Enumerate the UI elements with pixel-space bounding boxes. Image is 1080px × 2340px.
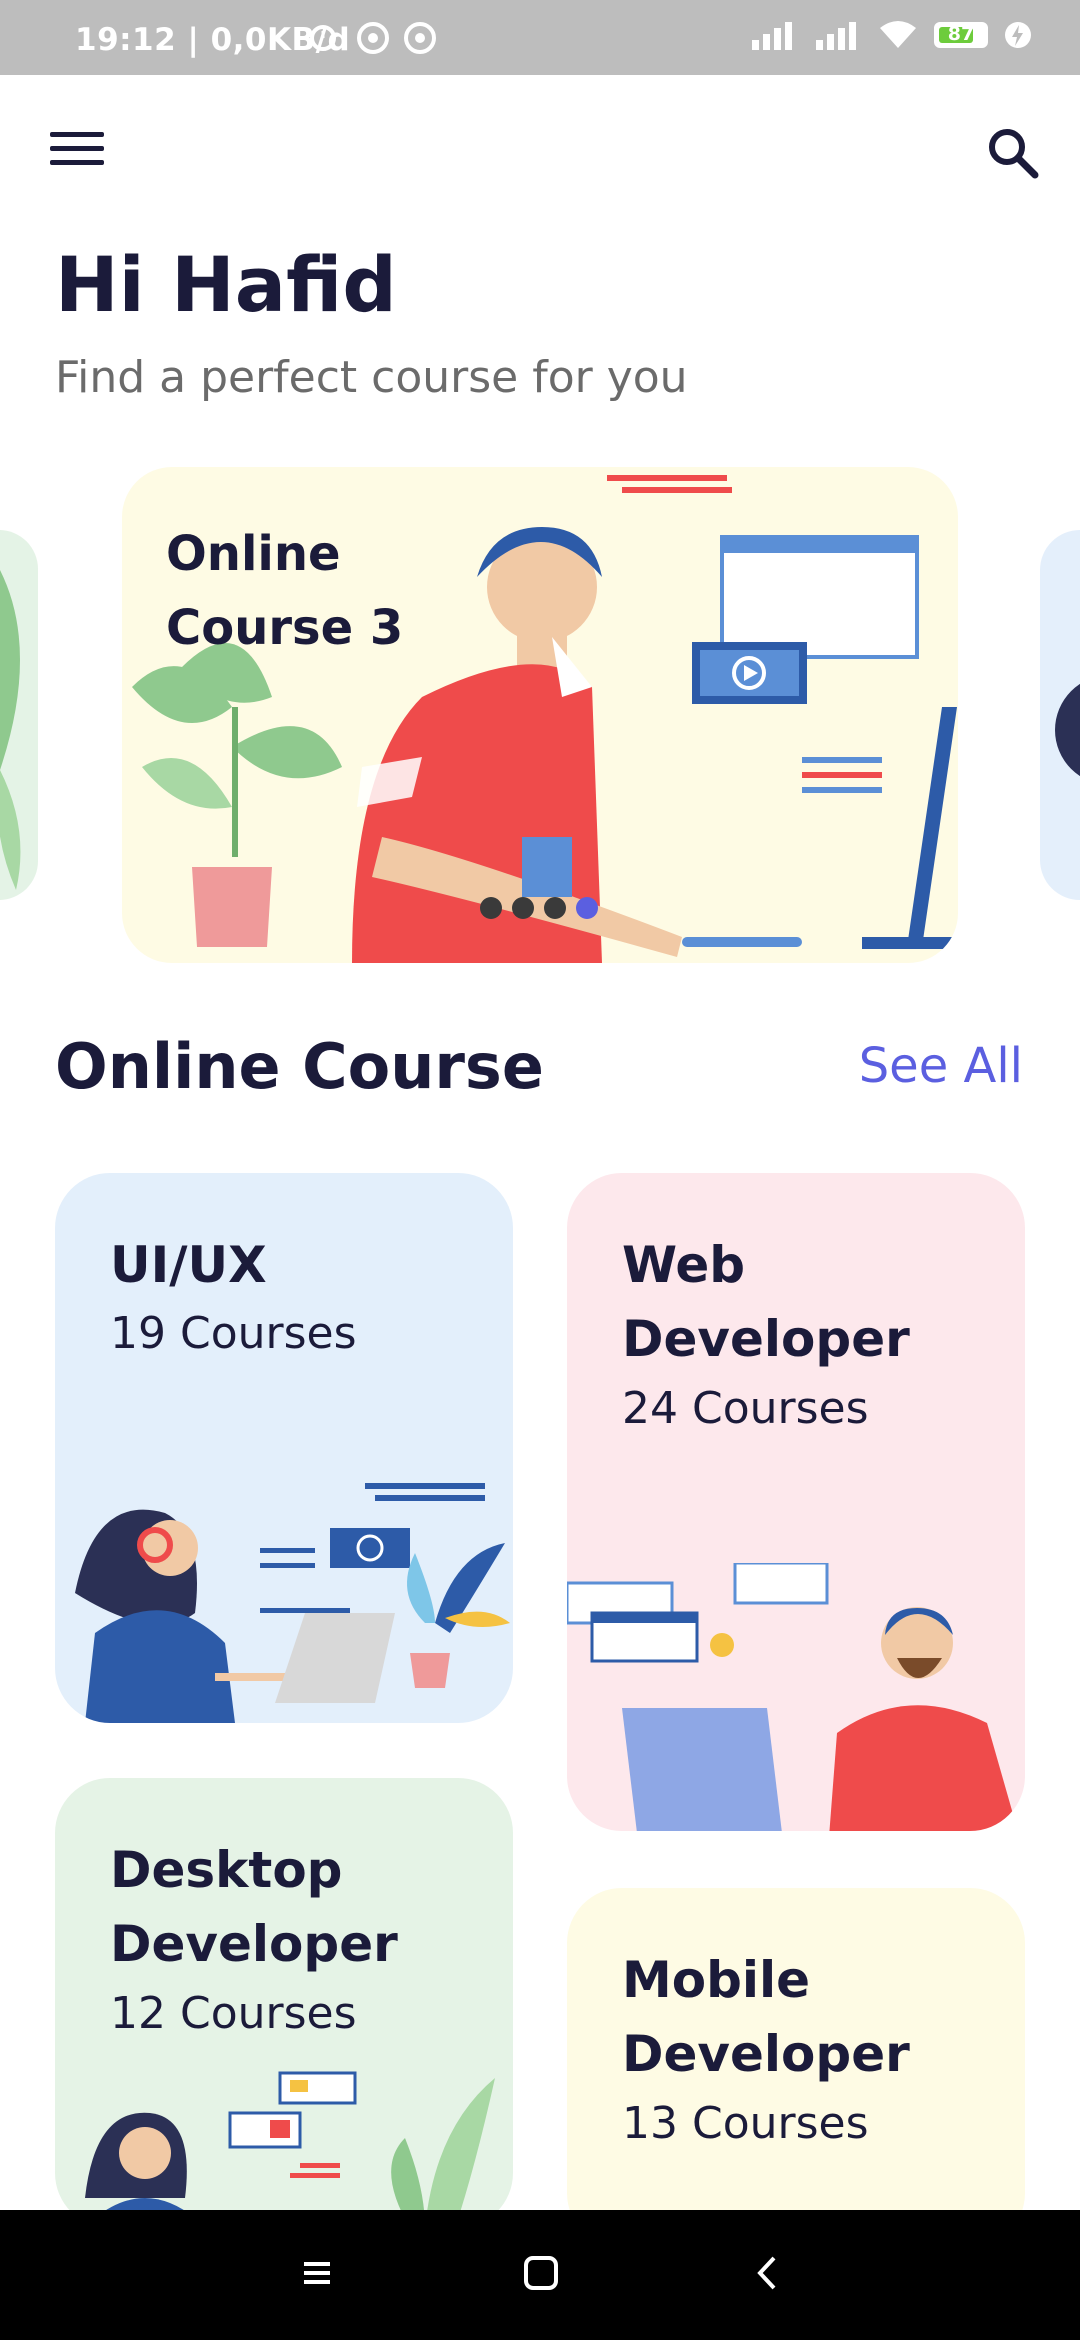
section-title: Online Course bbox=[55, 1030, 544, 1103]
charging-icon bbox=[1005, 22, 1031, 48]
wifi-icon bbox=[880, 21, 916, 48]
status-bar: 19:12 | 0,0KB/d 87 bbox=[0, 0, 1080, 75]
carousel-dot-1[interactable] bbox=[480, 897, 502, 919]
course-title: Web Developer bbox=[622, 1236, 910, 1368]
back-icon[interactable] bbox=[744, 2248, 794, 2298]
desktop-developer-illustration bbox=[85, 2071, 495, 2228]
person-illustration bbox=[1055, 683, 1080, 777]
plant-illustration bbox=[0, 570, 21, 890]
course-card-desktop-developer[interactable]: Desktop Developer 12 Courses bbox=[55, 1778, 513, 2228]
uiux-illustration bbox=[75, 1483, 510, 1723]
course-count: 19 Courses bbox=[110, 1308, 357, 1359]
course-card-uiux[interactable]: UI/UX 19 Courses bbox=[55, 1173, 513, 1723]
course-count: 13 Courses bbox=[622, 2098, 869, 2149]
menu-button[interactable] bbox=[50, 132, 104, 172]
search-icon[interactable] bbox=[985, 125, 1041, 181]
course-title: UI/UX bbox=[110, 1236, 267, 1294]
signal-icon-2 bbox=[816, 22, 856, 50]
home-icon[interactable] bbox=[516, 2248, 566, 2298]
course-count: 12 Courses bbox=[110, 1988, 357, 2039]
system-navigation-bar bbox=[0, 2210, 1080, 2340]
carousel-indicator[interactable] bbox=[480, 897, 598, 919]
carousel-title: Online Course 3 bbox=[166, 526, 404, 656]
recent-apps-icon[interactable] bbox=[292, 2248, 342, 2298]
carousel-banner[interactable]: Online Course 3 bbox=[122, 467, 958, 963]
course-count: 24 Courses bbox=[622, 1383, 869, 1434]
carousel-dot-3[interactable] bbox=[544, 897, 566, 919]
hamburger-icon bbox=[50, 132, 104, 137]
greeting-subtitle: Find a perfect course for you bbox=[55, 352, 688, 403]
signal-icon bbox=[752, 22, 792, 50]
carousel-next-card[interactable] bbox=[1040, 530, 1080, 900]
course-title: Mobile Developer bbox=[622, 1951, 910, 2083]
see-all-link[interactable]: See All bbox=[859, 1038, 1023, 1094]
course-card-web-developer[interactable]: Web Developer 24 Courses bbox=[567, 1173, 1025, 1831]
carousel-prev-card[interactable] bbox=[0, 530, 38, 900]
carousel-dot-4[interactable] bbox=[576, 897, 598, 919]
course-card-mobile-developer[interactable]: Mobile Developer 13 Courses bbox=[567, 1888, 1025, 2248]
carousel-dot-2[interactable] bbox=[512, 897, 534, 919]
battery-level: 87 bbox=[947, 23, 975, 45]
battery-icon: 87 bbox=[934, 22, 988, 48]
status-notification-icons bbox=[310, 22, 436, 54]
greeting-title: Hi Hafid bbox=[55, 240, 397, 329]
course-title: Desktop Developer bbox=[110, 1841, 398, 1973]
web-developer-illustration bbox=[567, 1563, 1018, 1831]
